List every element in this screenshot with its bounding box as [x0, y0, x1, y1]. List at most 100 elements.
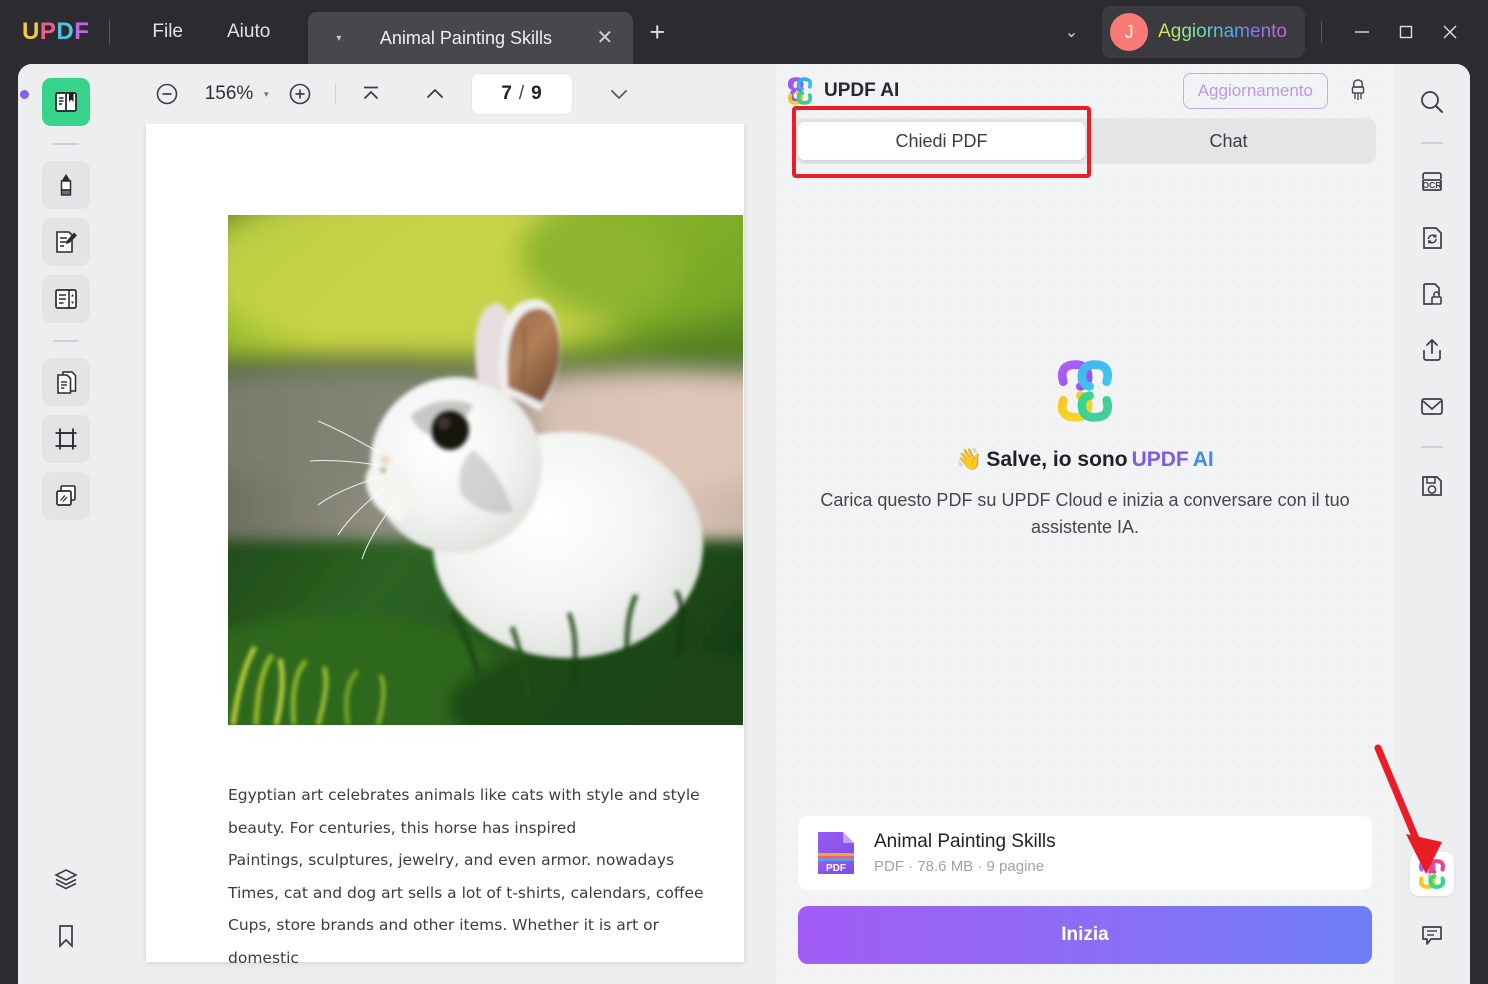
rail-separator-2 [53, 340, 79, 342]
chevron-down-icon[interactable]: ⌄ [1051, 14, 1092, 50]
document-image [228, 215, 743, 725]
reader-book-icon [55, 92, 77, 112]
doc-line: Cups, store brands and other items. Whet… [228, 916, 659, 967]
right-rail-separator-1 [1421, 142, 1443, 144]
bookmark-icon [59, 925, 73, 949]
menu-aiuto[interactable]: Aiuto [205, 15, 292, 49]
layers-icon [54, 869, 78, 890]
account-upgrade-label: Aggiornamento [1158, 21, 1287, 42]
highlighter-marker-icon [60, 174, 72, 196]
pdf-file-icon: PDF [818, 832, 854, 874]
zoom-in-button[interactable] [279, 73, 321, 115]
updf-ai-clover-large-icon [1057, 360, 1113, 423]
sidebar-annotate[interactable] [42, 161, 90, 209]
convert-document-icon [1423, 227, 1442, 249]
zoom-out-icon [156, 83, 178, 105]
doc-line: Times, cat and dog art sells a lot of t-… [228, 883, 704, 902]
greeting-prefix: Salve, io sono [986, 448, 1128, 472]
zoom-level-value: 156% [204, 83, 254, 104]
sidebar-page-organize[interactable] [42, 275, 90, 323]
go-previous-page-icon [426, 89, 443, 98]
current-page-value: 7 [501, 83, 512, 104]
tool-search[interactable] [1408, 78, 1456, 126]
logo-letter-u: U [22, 18, 40, 45]
sidebar-crop[interactable] [42, 415, 90, 463]
go-next-page-button[interactable] [598, 73, 640, 115]
window-close-button[interactable] [1428, 12, 1472, 52]
tool-convert[interactable] [1408, 214, 1456, 262]
sidebar-layers[interactable] [42, 855, 90, 903]
tab-title: Animal Painting Skills [379, 27, 552, 48]
start-button[interactable]: Inizia [798, 906, 1372, 964]
sidebar-convert[interactable] [42, 358, 90, 406]
zoom-out-button[interactable] [146, 73, 188, 115]
go-previous-page-button[interactable] [414, 73, 456, 115]
logo-letter-d: D [56, 18, 75, 45]
attached-file-card[interactable]: PDF Animal Painting Skills PDF · 78.6 MB… [798, 816, 1372, 890]
zoom-dropdown-caret-icon[interactable]: ▾ [260, 83, 279, 106]
doc-line: Egyptian art celebrates animals like cat… [228, 786, 700, 804]
app-body: 156% ▾ 7 / 9 Egyptian art celebrates ani… [18, 64, 1470, 984]
go-first-page-button[interactable] [350, 73, 392, 115]
new-tab-button[interactable]: + [649, 18, 665, 46]
updf-logo: U P D F [22, 18, 89, 46]
tool-save[interactable] [1408, 462, 1456, 510]
sidebar-batch[interactable] [42, 472, 90, 520]
zoom-in-icon [289, 83, 310, 105]
tool-updf-ai[interactable] [1410, 852, 1454, 896]
title-bar: U P D F File Aiuto ▾ Animal Painting Ski… [0, 0, 1488, 64]
pdf-viewer: 156% ▾ 7 / 9 Egyptian art celebrates ani… [114, 64, 776, 984]
tab-close-icon[interactable]: ✕ [597, 28, 614, 48]
pdf-page: Egyptian art celebrates animals like cat… [146, 124, 744, 967]
account-button[interactable]: J Aggiornamento [1102, 6, 1305, 58]
total-pages-value: 9 [531, 83, 542, 104]
stacked-pages-icon [56, 485, 76, 506]
tool-share[interactable] [1408, 326, 1456, 374]
titlebar-divider [109, 19, 111, 45]
email-envelope-icon [1421, 398, 1443, 415]
page-number-input[interactable]: 7 / 9 [471, 74, 572, 114]
window-maximize-button[interactable] [1384, 12, 1428, 52]
document-tab[interactable]: ▾ Animal Painting Skills ✕ [308, 12, 634, 64]
window-controls-divider [1321, 21, 1322, 43]
greeting-brand-ai: AI [1192, 448, 1214, 472]
svg-text:OCR: OCR [1423, 180, 1442, 190]
file-card-texts: Animal Painting Skills PDF · 78.6 MB · 9… [874, 831, 1056, 875]
tab-chat[interactable]: Chat [1085, 122, 1372, 160]
unsaved-indicator-dot [20, 90, 29, 99]
page-scroll-area[interactable]: Egyptian art celebrates animals like cat… [114, 124, 776, 984]
document-pencil-icon [56, 231, 77, 253]
sidebar-edit-pdf[interactable] [42, 218, 90, 266]
updf-ai-clover-icon [1418, 859, 1446, 889]
svg-text:PDF: PDF [826, 863, 846, 874]
page-separator: / [518, 83, 525, 104]
sidebar-reader[interactable] [42, 78, 90, 126]
page-panel-icon [55, 289, 77, 309]
right-toolbar-rail: OCR [1394, 64, 1470, 984]
share-upload-icon [1423, 339, 1441, 361]
left-toolbar-rail [18, 64, 114, 984]
crop-icon [55, 428, 77, 450]
tool-email[interactable] [1408, 382, 1456, 430]
ocr-icon: OCR [1422, 172, 1442, 191]
ai-description: Carica questo PDF su UPDF Cloud e inizia… [820, 490, 1350, 537]
updf-ai-panel: UPDF AI Aggiornamento Chiedi PDF Chat 👋 … [776, 64, 1394, 984]
comment-bubble-icon [1422, 926, 1442, 945]
floppy-save-icon [1422, 476, 1442, 496]
search-icon [1421, 91, 1443, 113]
tab-chiedi-pdf[interactable]: Chiedi PDF [798, 122, 1085, 160]
go-first-page-icon [363, 86, 378, 99]
document-copy-icon [57, 371, 77, 394]
ai-tabs-container: Chiedi PDF Chat [776, 106, 1394, 178]
tool-protect[interactable] [1408, 270, 1456, 318]
ai-panel-footer: PDF Animal Painting Skills PDF · 78.6 MB… [776, 816, 1394, 984]
window-minimize-button[interactable] [1340, 12, 1384, 52]
ai-welcome-area: 👋 Salve, io sono UPDF AI Carica questo PD… [776, 84, 1394, 816]
menu-file[interactable]: File [130, 15, 205, 49]
tool-comment[interactable] [1408, 910, 1456, 958]
document-lock-icon [1423, 283, 1442, 305]
rail-separator-1 [53, 143, 79, 145]
doc-line: beauty. For centuries, this horse has in… [228, 818, 577, 837]
sidebar-bookmark[interactable] [42, 912, 90, 960]
tool-ocr[interactable]: OCR [1408, 158, 1456, 206]
